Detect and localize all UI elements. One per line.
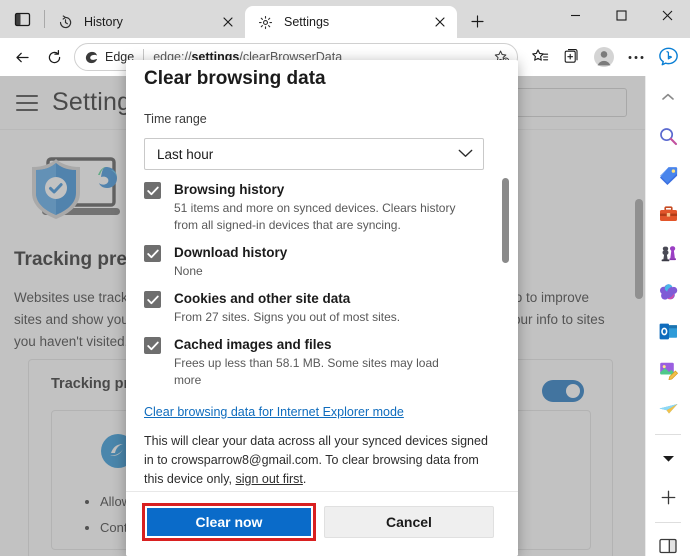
history-icon — [56, 13, 74, 31]
sync-note-period: . — [302, 472, 307, 486]
time-range-value: Last hour — [157, 146, 214, 162]
tab-close-button[interactable] — [217, 11, 239, 33]
option-label: Browsing history — [174, 182, 285, 197]
list-item[interactable]: Cached images and files Frees up less th… — [126, 335, 518, 388]
sidebar-divider — [655, 522, 681, 523]
minimize-button[interactable] — [552, 0, 598, 30]
option-description: None — [174, 264, 203, 278]
list-item[interactable]: Download history None — [126, 243, 518, 280]
microsoft-365-icon[interactable] — [651, 275, 685, 309]
dialog-scrollbar-thumb[interactable] — [502, 178, 509, 263]
search-icon[interactable] — [651, 119, 685, 153]
option-label: Cached images and files — [174, 337, 332, 352]
edge-sidebar — [645, 76, 690, 556]
shopping-tag-icon[interactable] — [651, 158, 685, 192]
tab-title: History — [84, 15, 123, 29]
close-window-button[interactable] — [644, 0, 690, 30]
new-tab-button[interactable] — [462, 6, 492, 36]
chevron-down-icon[interactable] — [651, 441, 685, 475]
data-type-list: Browsing history 51 items and more on sy… — [126, 178, 518, 388]
chevron-down-icon — [458, 145, 473, 163]
checkbox-checked-icon[interactable] — [144, 291, 161, 308]
dialog-scrollbar[interactable] — [502, 178, 510, 388]
tab-title: Settings — [284, 15, 330, 29]
checkbox-checked-icon[interactable] — [144, 182, 161, 199]
maximize-button[interactable] — [598, 0, 644, 30]
checkbox-checked-icon[interactable] — [144, 337, 161, 354]
option-label: Download history — [174, 245, 288, 260]
window-controls — [552, 0, 690, 38]
browser-window: History Settings Edge edge://settings/cl… — [0, 0, 690, 556]
sync-note: This will clear your data across all you… — [144, 432, 489, 489]
dialog-title: Clear browsing data — [144, 68, 326, 89]
profile-avatar-icon[interactable] — [588, 42, 620, 72]
image-creator-icon[interactable] — [651, 353, 685, 387]
ie-mode-link[interactable]: Clear browsing data for Internet Explore… — [144, 405, 404, 419]
tab-preview-icon[interactable] — [0, 0, 44, 38]
time-range-select[interactable]: Last hour — [144, 138, 484, 170]
back-arrow-icon[interactable] — [6, 42, 38, 72]
clear-now-button[interactable]: Clear now — [147, 508, 311, 536]
collections-icon[interactable] — [556, 42, 588, 72]
option-description: From 27 sites. Signs you out of most sit… — [174, 310, 401, 324]
sync-note-text: This will clear your data across all you… — [144, 434, 488, 486]
chevron-up-icon[interactable] — [651, 80, 685, 114]
drop-icon[interactable] — [651, 392, 685, 426]
tab-settings[interactable]: Settings — [245, 6, 457, 38]
games-icon[interactable] — [651, 236, 685, 270]
list-item[interactable]: Cookies and other site data From 27 site… — [126, 289, 518, 326]
option-description: Frees up less than 58.1 MB. Some sites m… — [174, 356, 439, 387]
add-sidebar-app-icon[interactable] — [651, 480, 685, 514]
tab-history[interactable]: History — [45, 6, 245, 38]
tab-close-button[interactable] — [429, 11, 451, 33]
checkbox-checked-icon[interactable] — [144, 245, 161, 262]
clear-browsing-data-dialog: Clear browsing data Time range Last hour… — [126, 60, 518, 556]
sidebar-divider — [655, 434, 681, 435]
time-range-label: Time range — [144, 112, 207, 126]
option-description: 51 items and more on synced devices. Cle… — [174, 201, 456, 232]
tab-strip: History Settings — [0, 0, 690, 38]
option-label: Cookies and other site data — [174, 291, 351, 306]
refresh-icon[interactable] — [38, 42, 70, 72]
tools-briefcase-icon[interactable] — [651, 197, 685, 231]
cancel-button[interactable]: Cancel — [324, 506, 494, 538]
dialog-footer: Clear now Cancel — [126, 491, 518, 556]
more-options-icon[interactable] — [620, 42, 652, 72]
favorites-icon[interactable] — [524, 42, 556, 72]
outlook-icon[interactable] — [651, 314, 685, 348]
gear-icon — [256, 13, 274, 31]
sign-out-first-link[interactable]: sign out first — [235, 472, 302, 486]
list-item[interactable]: Browsing history 51 items and more on sy… — [126, 180, 518, 234]
clear-now-highlight: Clear now — [142, 503, 316, 541]
bing-copilot-icon[interactable] — [652, 42, 684, 72]
sidebar-pane-icon[interactable] — [651, 529, 685, 556]
